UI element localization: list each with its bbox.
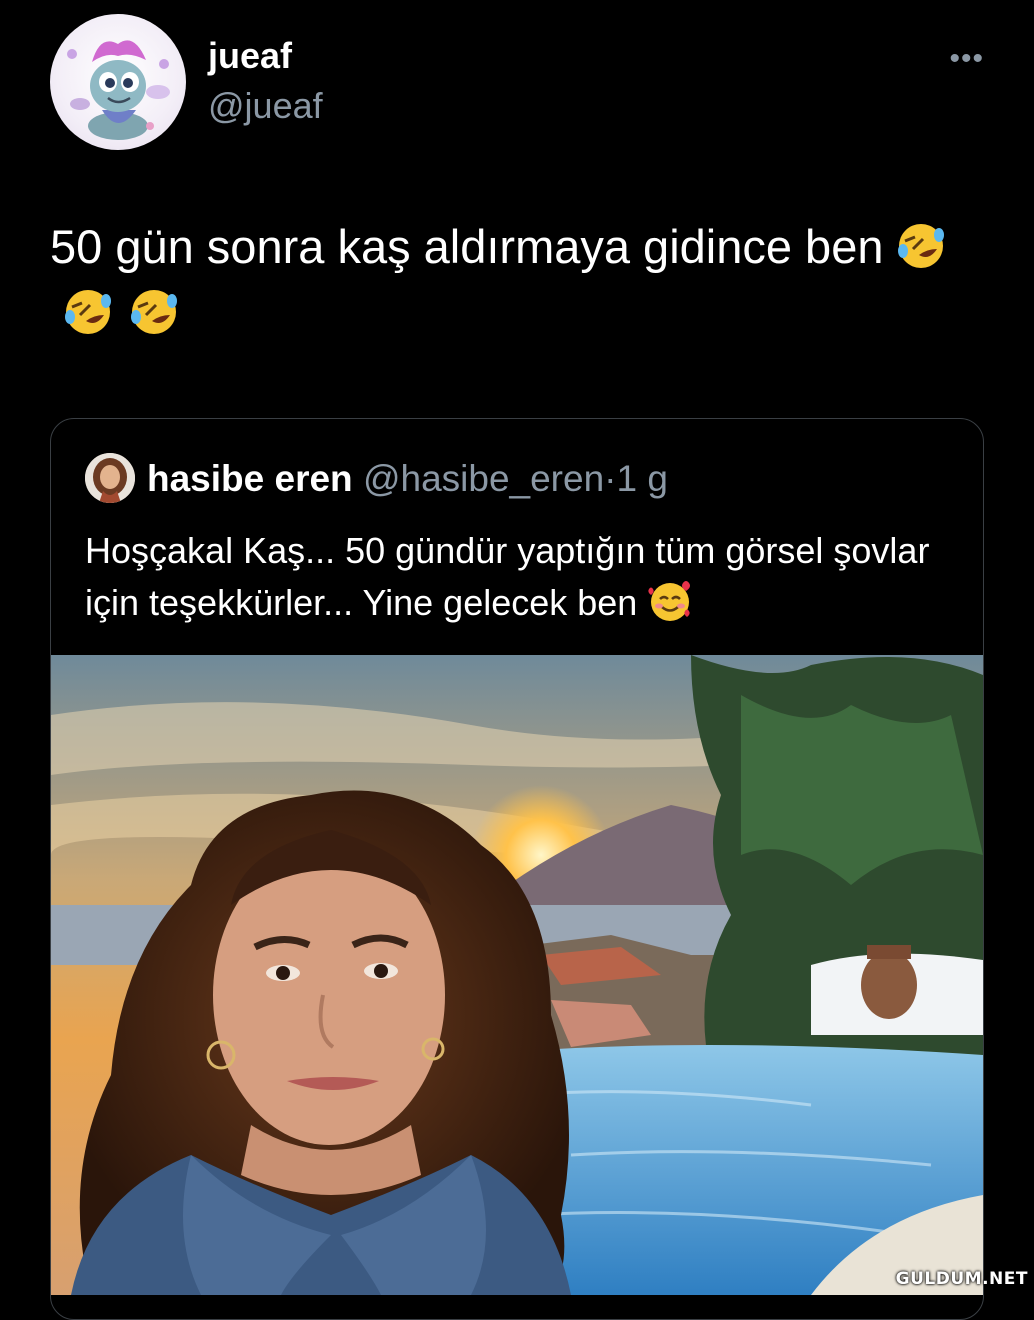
smiling-face-with-hearts-emoji-icon <box>648 581 691 621</box>
rolling-on-floor-laughing-emoji-icon <box>131 290 177 334</box>
quoted-user-handle[interactable]: @hasibe_eren <box>363 458 604 499</box>
woman-portrait-avatar-icon <box>85 453 135 503</box>
user-handle[interactable]: @jueaf <box>208 84 323 128</box>
quoted-tweet-card[interactable]: hasibe eren @hasibe_eren·1 g Hoşçakal Ka… <box>50 418 984 1320</box>
tweet-text-content: 50 gün sonra kaş aldırmaya gidince ben <box>50 220 884 273</box>
quoted-tweet-text-content: Hoşçakal Kaş... 50 gündür yaptığın tüm g… <box>85 530 930 623</box>
sunset-pool-selfie-image <box>51 655 983 1295</box>
quoted-separator: · <box>604 458 617 499</box>
quoted-user-avatar[interactable] <box>85 453 135 503</box>
quoted-display-name[interactable]: hasibe eren <box>147 458 353 499</box>
watermark-text: GULDUM.NET <box>895 1269 1028 1289</box>
tweet-text: 50 gün sonra kaş aldırmaya gidince ben <box>50 214 950 346</box>
quoted-timestamp[interactable]: 1 g <box>617 458 668 499</box>
user-avatar[interactable] <box>50 14 186 150</box>
quoted-tweet-header: hasibe eren @hasibe_eren·1 g <box>85 449 965 509</box>
rolling-on-floor-laughing-emoji-icon <box>898 224 945 268</box>
display-name[interactable]: jueaf <box>208 34 323 78</box>
rolling-on-floor-laughing-emoji-icon <box>65 290 111 334</box>
quoted-tweet-photo[interactable] <box>51 655 983 1295</box>
tweet-header: jueaf @jueaf ••• <box>50 14 1014 154</box>
more-options-icon[interactable]: ••• <box>949 42 984 76</box>
cartoon-character-avatar-icon <box>67 40 170 140</box>
quoted-tweet-text: Hoşçakal Kaş... 50 gündür yaptığın tüm g… <box>85 525 945 629</box>
